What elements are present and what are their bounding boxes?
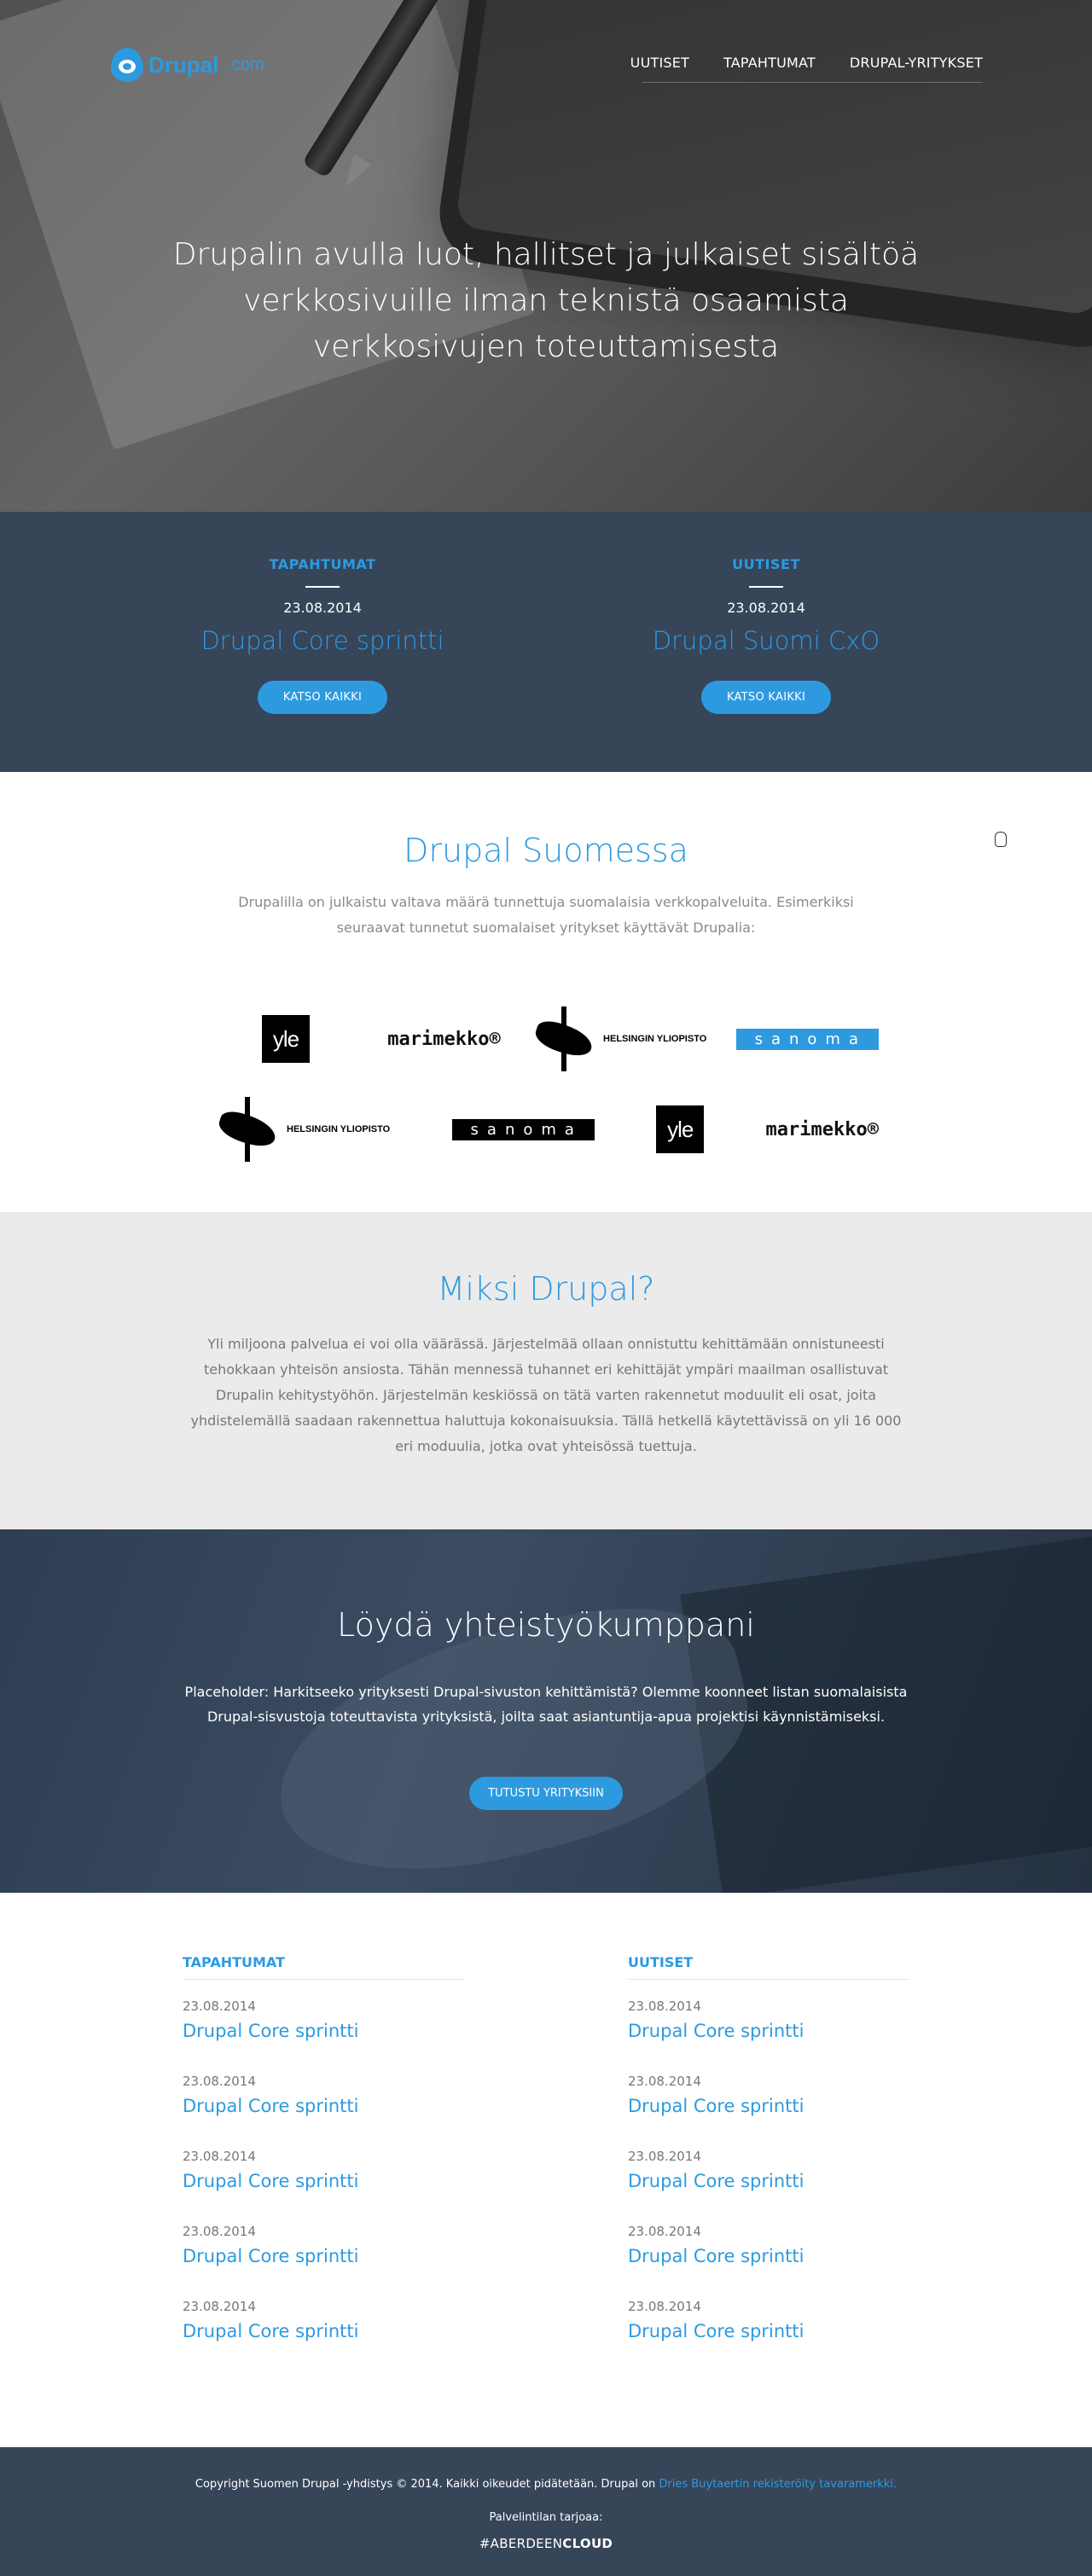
flame-emblem-icon [530, 1007, 598, 1071]
nav-item-uutiset[interactable]: UUTISET [630, 55, 689, 71]
sanoma-logo[interactable]: sanoma [451, 1118, 595, 1140]
highlight-date: 23.08.2014 [727, 600, 805, 616]
partner-content: Löydä yhteistyökumppani Placeholder: Har… [0, 1529, 1092, 1810]
section-text: Yli miljoona palvelua ei voi olla vääräs… [190, 1336, 902, 1454]
section-title: Löydä yhteistyökumppani [337, 1606, 755, 1644]
list-item: 23.08.2014 Drupal Core sprintti [183, 1999, 464, 2055]
section-text: Drupalilla on julkaistu valtava määrä tu… [238, 894, 854, 936]
listings-section: TAPAHTUMAT 23.08.2014 Drupal Core sprint… [0, 1893, 1092, 2447]
highlight-divider [305, 586, 340, 588]
logo-row: HELSINGIN YLIOPISTO sanoma yle marimekko… [213, 1084, 879, 1175]
list-item: 23.08.2014 Drupal Core sprintti [183, 2149, 464, 2205]
list-item-link[interactable]: Drupal Core sprintti [183, 2171, 464, 2191]
section-text: Placeholder: Harkitseeko yrityksesti Dru… [184, 1684, 908, 1725]
helsinki-university-logo[interactable]: HELSINGIN YLIOPISTO [213, 1097, 390, 1162]
logo-row: yle marimekko® HELSINGIN YLIOPISTO sanom… [213, 994, 879, 1084]
list-item-date: 23.08.2014 [183, 2299, 256, 2314]
drupal-drop-icon [111, 48, 143, 82]
hosting-label: Palvelintilan tarjoaa: [489, 2511, 603, 2524]
sanoma-logo-hovered[interactable]: sanoma [735, 1028, 879, 1050]
brand-prefix: #ABERDEEN [479, 2536, 563, 2551]
logo-sub: .com [227, 55, 264, 74]
find-partner-section: Löydä yhteistyökumppani Placeholder: Har… [0, 1529, 1092, 1893]
trademark-link[interactable]: Dries Buytaertin rekisteröity tavaramerk… [659, 2478, 897, 2491]
client-logos: yle marimekko® HELSINGIN YLIOPISTO sanom… [213, 994, 879, 1175]
hy-logo-text: HELSINGIN YLIOPISTO [603, 1034, 707, 1044]
list-item: 23.08.2014 Drupal Core sprintti [183, 2224, 464, 2280]
logo-text: Drupal [148, 51, 219, 78]
list-item-date: 23.08.2014 [628, 2299, 701, 2314]
highlight-events: TAPAHTUMAT 23.08.2014 Drupal Core sprint… [143, 556, 502, 714]
explore-companies-button[interactable]: TUTUSTU YRITYKSIIN [469, 1777, 623, 1810]
highlight-category: UUTISET [732, 556, 800, 572]
brand-suffix: CLOUD [562, 2536, 613, 2551]
highlight-title-link[interactable]: Drupal Core sprintti [143, 626, 502, 655]
list-item-link[interactable]: Drupal Core sprintti [183, 2096, 464, 2116]
hero-title: Drupalin avulla luot, hallitset ja julka… [172, 237, 920, 364]
list-item: 23.08.2014 Drupal Core sprintti [628, 2074, 909, 2130]
copyright-label: Copyright Suomen Drupal -yhdistys © 2014… [195, 2478, 659, 2491]
why-drupal-section: Miksi Drupal? Yli miljoona palvelua ei v… [0, 1212, 1092, 1529]
list-item-link[interactable]: Drupal Core sprintti [183, 2321, 464, 2341]
view-all-news-button[interactable]: KATSO KAIKKI [700, 681, 832, 714]
highlight-date: 23.08.2014 [283, 600, 362, 616]
list-item: 23.08.2014 Drupal Core sprintti [183, 2074, 464, 2130]
nav-item-tapahtumat[interactable]: TAPAHTUMAT [723, 55, 816, 71]
list-item-date: 23.08.2014 [183, 1999, 256, 2014]
list-item-date: 23.08.2014 [628, 2074, 701, 2089]
list-item: 23.08.2014 Drupal Core sprintti [628, 2224, 909, 2280]
marimekko-logo[interactable]: marimekko® [387, 1029, 500, 1050]
aberdeen-cloud-link[interactable]: #ABERDEENCLOUD [479, 2536, 613, 2551]
view-all-events-button[interactable]: KATSO KAIKKI [257, 681, 388, 714]
news-list: UUTISET 23.08.2014 Drupal Core sprintti … [628, 1954, 909, 2355]
list-item-link[interactable]: Drupal Core sprintti [628, 2171, 909, 2191]
list-item: 23.08.2014 Drupal Core sprintti [628, 2299, 909, 2355]
list-item-date: 23.08.2014 [628, 1999, 701, 2014]
list-heading: UUTISET [628, 1954, 909, 1980]
site-footer: Copyright Suomen Drupal -yhdistys © 2014… [0, 2447, 1092, 2576]
yle-logo[interactable]: yle [262, 1015, 310, 1063]
list-item: 23.08.2014 Drupal Core sprintti [628, 2149, 909, 2205]
logo-cell: yle [213, 1015, 358, 1063]
copyright-text: Copyright Suomen Drupal -yhdistys © 2014… [0, 2447, 1092, 2491]
nav-divider [642, 82, 983, 83]
hero-section: Drupal .com UUTISET TAPAHTUMAT DRUPAL-YR… [0, 0, 1092, 512]
list-item-date: 23.08.2014 [183, 2074, 256, 2089]
marimekko-logo[interactable]: marimekko® [766, 1119, 879, 1140]
list-item-link[interactable]: Drupal Core sprintti [628, 2021, 909, 2041]
site-header: Drupal .com UUTISET TAPAHTUMAT DRUPAL-YR… [0, 0, 1092, 128]
highlight-news: UUTISET 23.08.2014 Drupal Suomi CxO KATS… [587, 556, 945, 714]
main-nav: UUTISET TAPAHTUMAT DRUPAL-YRITYKSET [630, 55, 983, 71]
list-item: 23.08.2014 Drupal Core sprintti [628, 1999, 909, 2055]
events-list: TAPAHTUMAT 23.08.2014 Drupal Core sprint… [183, 1954, 464, 2355]
hy-logo-text: HELSINGIN YLIOPISTO [287, 1124, 391, 1134]
section-title: Miksi Drupal? [437, 1270, 655, 1308]
highlight-title-link[interactable]: Drupal Suomi CxO [587, 626, 945, 655]
section-title: Drupal Suomessa [404, 832, 688, 869]
highlight-category: TAPAHTUMAT [269, 556, 376, 572]
list-item-link[interactable]: Drupal Core sprintti [628, 2096, 909, 2116]
list-item-link[interactable]: Drupal Core sprintti [183, 2246, 464, 2266]
list-item-link[interactable]: Drupal Core sprintti [628, 2321, 909, 2341]
list-item-date: 23.08.2014 [183, 2224, 256, 2239]
list-item-date: 23.08.2014 [628, 2149, 701, 2164]
flame-emblem-icon [213, 1097, 282, 1162]
list-item-date: 23.08.2014 [628, 2224, 701, 2239]
list-item-date: 23.08.2014 [183, 2149, 256, 2164]
hand-cursor-icon [995, 832, 1007, 847]
drupal-in-finland-section: Drupal Suomessa Drupalilla on julkaistu … [0, 772, 1092, 1212]
site-logo[interactable]: Drupal .com [111, 48, 264, 82]
highlight-divider [749, 586, 783, 588]
list-item-link[interactable]: Drupal Core sprintti [183, 2021, 464, 2041]
list-item-link[interactable]: Drupal Core sprintti [628, 2246, 909, 2266]
nav-item-drupal-yritykset[interactable]: DRUPAL-YRITYKSET [850, 55, 983, 71]
helsinki-university-logo[interactable]: HELSINGIN YLIOPISTO [530, 1007, 706, 1071]
list-item: 23.08.2014 Drupal Core sprintti [183, 2299, 464, 2355]
highlights-strip: TAPAHTUMAT 23.08.2014 Drupal Core sprint… [0, 512, 1092, 772]
list-heading: TAPAHTUMAT [183, 1954, 464, 1980]
yle-logo[interactable]: yle [656, 1105, 705, 1153]
